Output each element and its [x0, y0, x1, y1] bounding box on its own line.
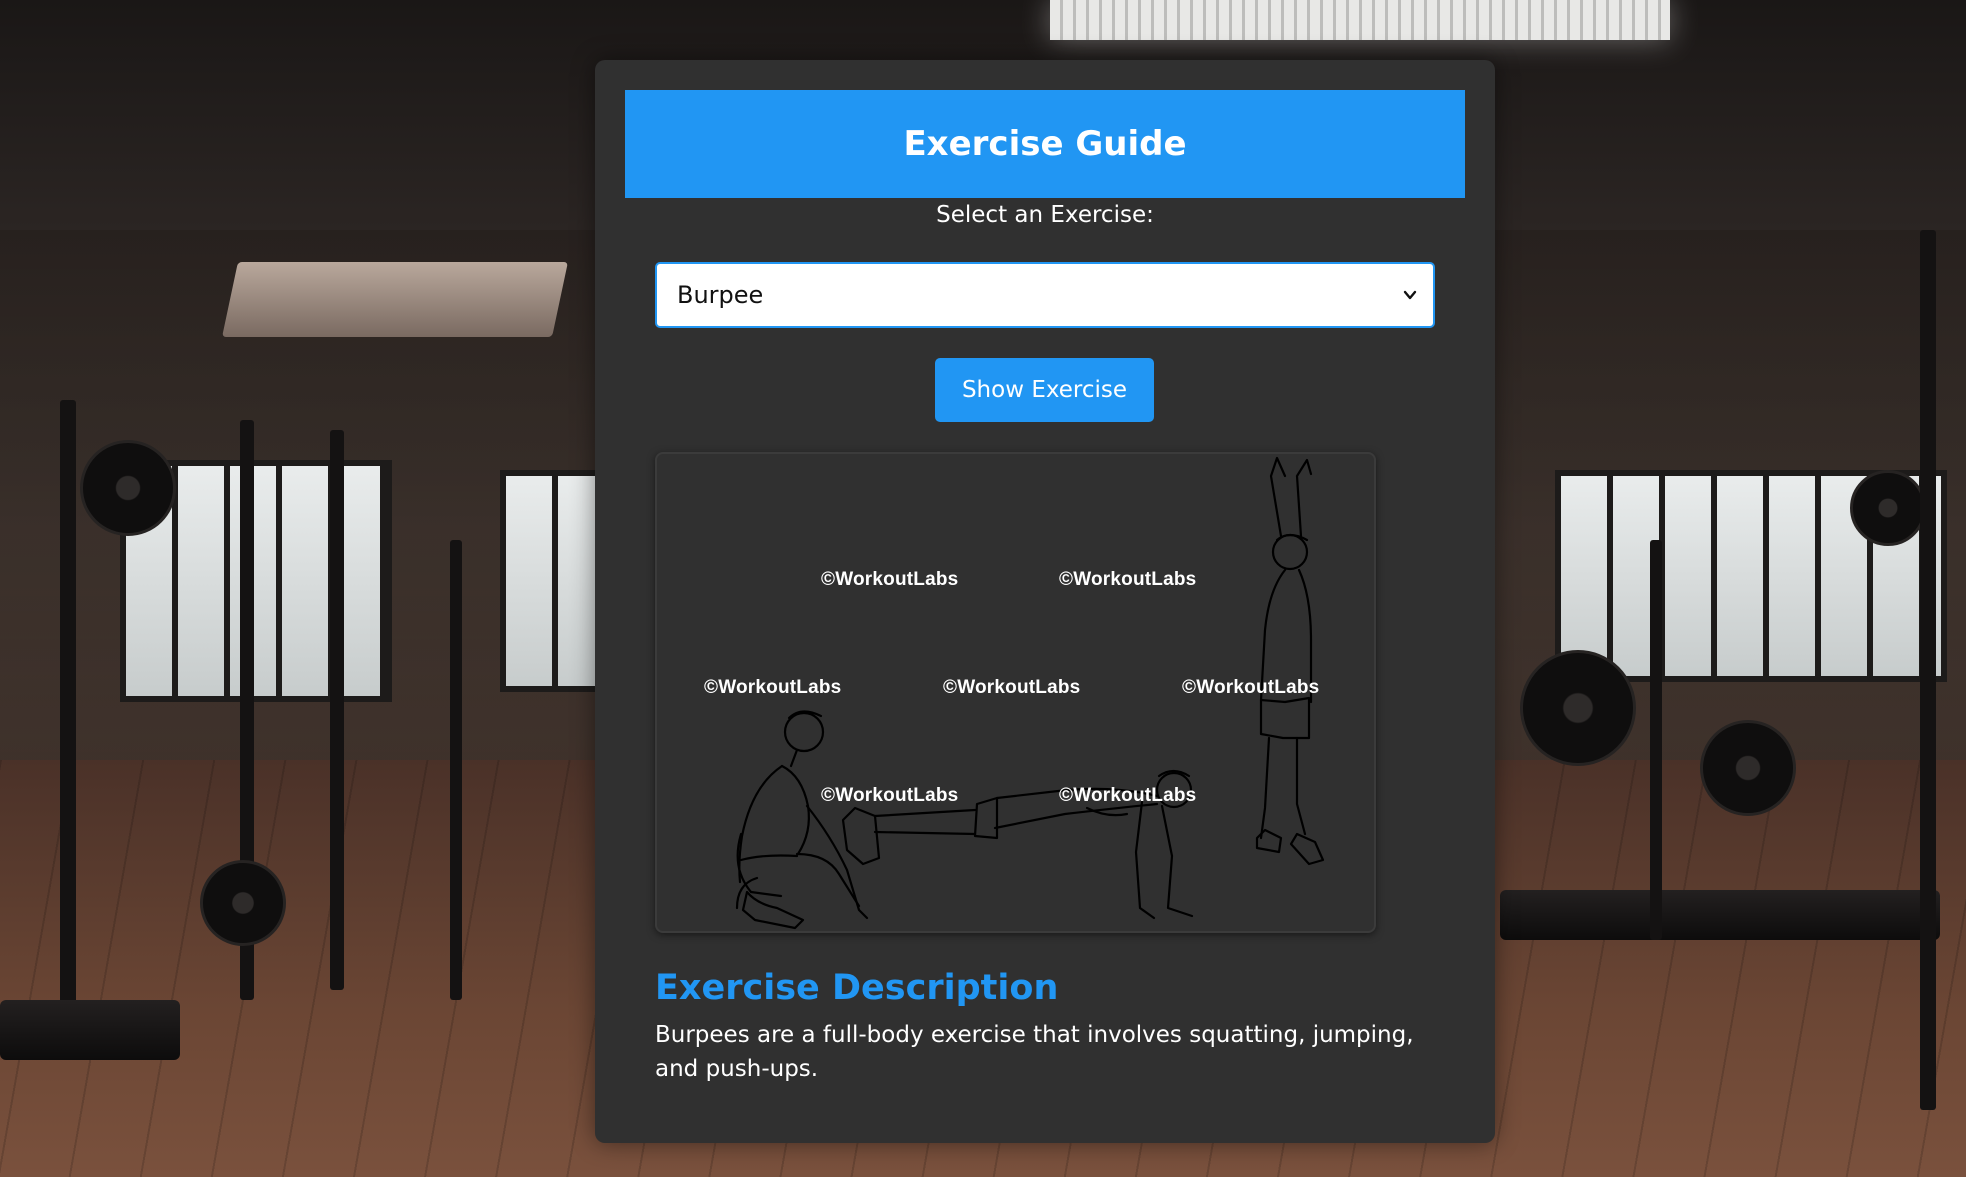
exercise-image: ©WorkoutLabs ©WorkoutLabs ©WorkoutLabs ©…	[655, 452, 1376, 933]
page-title: Exercise Guide	[903, 124, 1187, 164]
window-left-2	[500, 470, 602, 692]
rack-post	[60, 400, 76, 1040]
select-exercise-label: Select an Exercise:	[936, 202, 1154, 228]
bench	[0, 1000, 180, 1060]
watermark: ©WorkoutLabs	[821, 785, 959, 806]
watermark: ©WorkoutLabs	[1059, 785, 1197, 806]
description-text: Burpees are a full-body exercise that in…	[655, 1022, 1414, 1082]
selected-exercise-value: Burpee	[677, 281, 764, 309]
chevron-down-icon	[1403, 290, 1417, 300]
watermark: ©WorkoutLabs	[943, 677, 1081, 698]
machine-frame	[1650, 540, 1662, 940]
exercise-select[interactable]: Burpee	[655, 262, 1435, 328]
weight-plate	[200, 860, 286, 946]
watermark: ©WorkoutLabs	[1182, 677, 1320, 698]
squat-figure	[735, 710, 869, 930]
show-exercise-button[interactable]: Show Exercise	[935, 358, 1154, 422]
watermark: ©WorkoutLabs	[1059, 569, 1197, 590]
air-conditioner	[222, 262, 568, 337]
machine-frame	[1920, 230, 1936, 1110]
weight-plate	[1850, 470, 1926, 546]
bench	[1500, 890, 1940, 940]
watermark: ©WorkoutLabs	[704, 677, 842, 698]
weight-plate	[1700, 720, 1796, 816]
rack-post	[330, 430, 344, 990]
jump-figure	[1255, 456, 1325, 866]
header-banner: Exercise Guide	[625, 90, 1465, 198]
description-heading: Exercise Description	[655, 968, 1059, 1008]
rack-post	[450, 540, 462, 1000]
watermark: ©WorkoutLabs	[821, 569, 959, 590]
weight-plate	[80, 440, 176, 536]
ceiling-light	[1050, 0, 1670, 40]
exercise-guide-card: Exercise Guide Select an Exercise: Burpe…	[595, 60, 1495, 1143]
weight-plate	[1520, 650, 1636, 766]
